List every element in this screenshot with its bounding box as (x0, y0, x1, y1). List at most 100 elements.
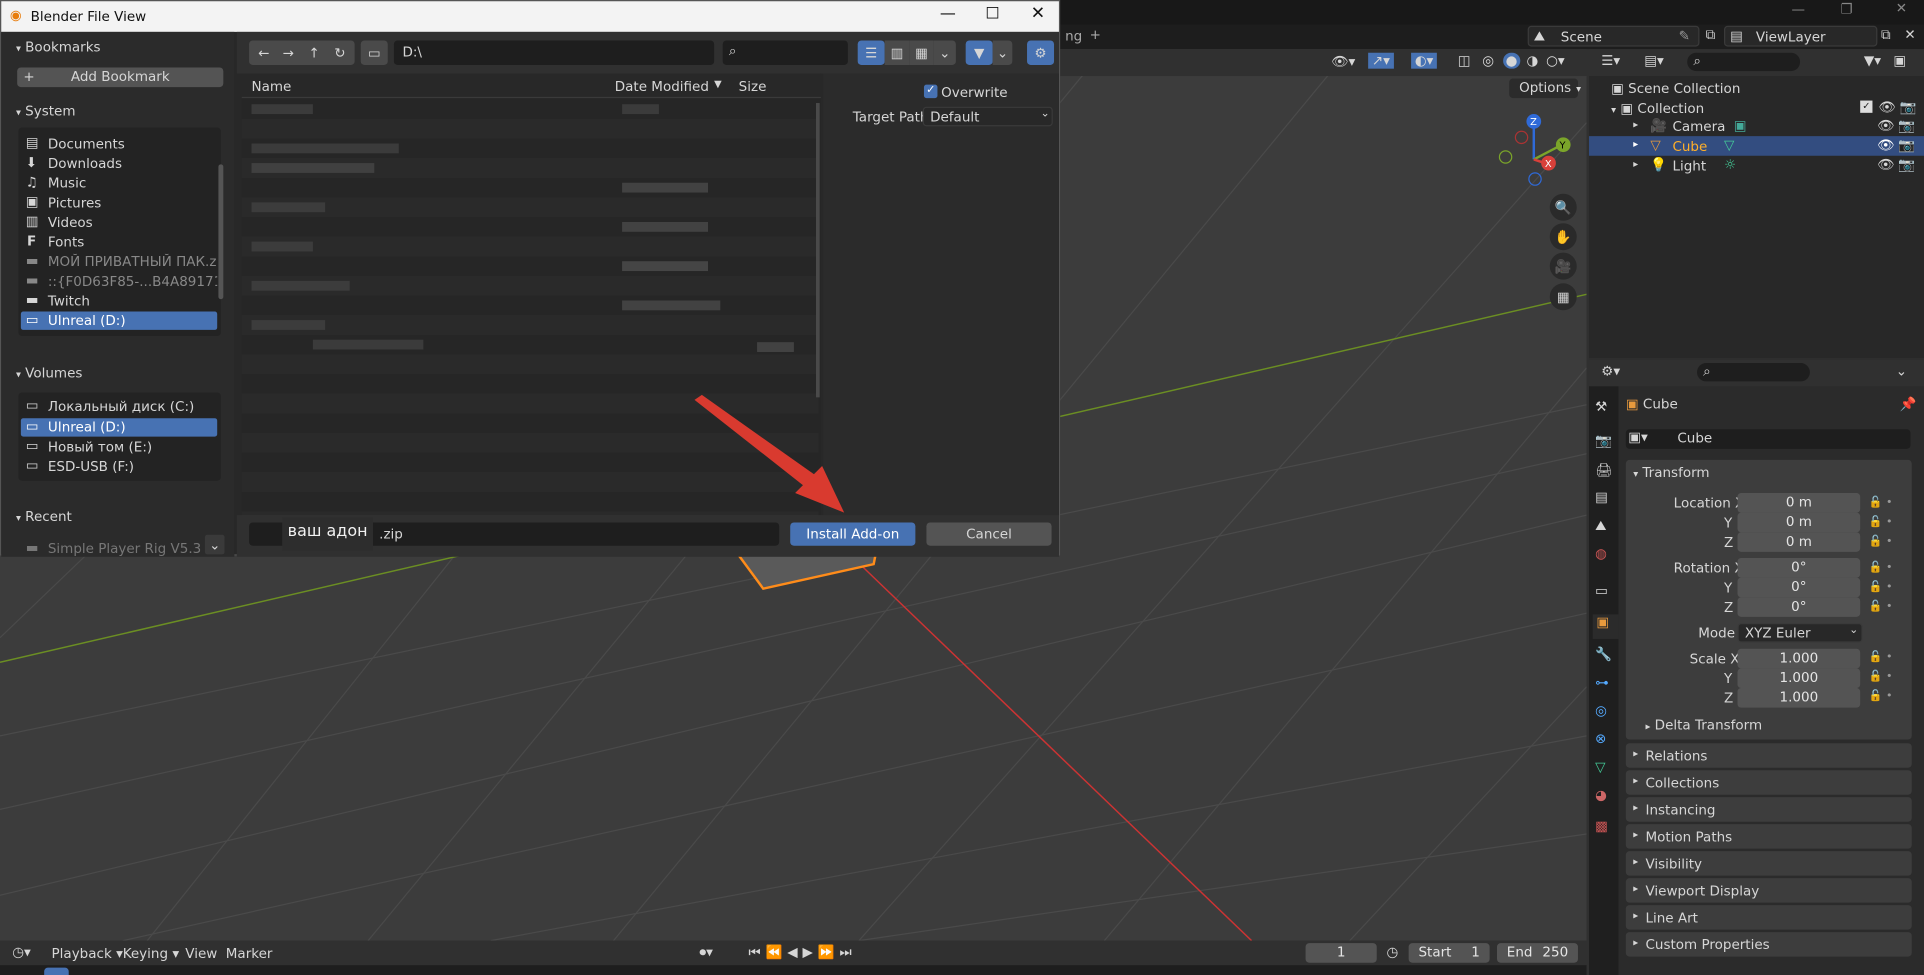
lock-icon[interactable]: 🔓 • (1869, 667, 1906, 687)
rotation-x-field[interactable]: 0° (1737, 558, 1861, 578)
overlay-toggle-icon[interactable]: ◐▾ (1411, 52, 1438, 69)
dialog-minimize-icon[interactable]: — (940, 5, 956, 23)
start-frame-field[interactable]: Start 1 (1408, 943, 1490, 963)
scale-y-field[interactable]: 1.000 (1737, 668, 1861, 689)
sidebar-item-clsid[interactable]: ▬::{F0D63F85-...B4A8917118} (23, 272, 217, 292)
table-row[interactable] (251, 104, 313, 115)
location-x-field[interactable]: 0 m (1737, 493, 1861, 513)
table-row[interactable] (312, 339, 424, 350)
volumes-header[interactable]: ▾ Volumes (16, 365, 82, 381)
particles-tab-icon[interactable]: ⊶ (1595, 675, 1608, 691)
sidebar-item-uinreal[interactable]: ▭ UInreal (D:) (20, 311, 218, 330)
viewport-options-button[interactable]: Options ▾ (1509, 78, 1581, 99)
camera-render-icon[interactable]: 📷 (1898, 137, 1915, 153)
column-date[interactable]: Date Modified (615, 78, 709, 94)
menu-marker[interactable]: Marker (226, 946, 273, 962)
properties-search-input[interactable]: ⌕ (1696, 363, 1810, 382)
solid-shading-icon[interactable]: ● (1503, 52, 1520, 69)
location-y-field[interactable]: 0 m (1737, 512, 1861, 533)
view-layer-tab-icon[interactable]: ▤ (1595, 489, 1608, 505)
eye-icon[interactable]: 👁 (1877, 137, 1894, 153)
filter-icon[interactable]: ▼ (965, 40, 993, 66)
record-icon[interactable]: ⏺▾ (699, 944, 713, 961)
workspace-tab-fragment[interactable]: ng (1065, 28, 1082, 44)
clock-icon[interactable]: ◷ (1387, 944, 1399, 960)
system-header[interactable]: ▾ System (16, 103, 76, 119)
lock-icon[interactable]: 🔓 • (1869, 558, 1906, 578)
sort-desc-icon[interactable]: ▼ (714, 78, 722, 89)
navigation-gizmo[interactable]: Z Y X (1491, 110, 1589, 196)
recent-header[interactable]: ▾ Recent (16, 509, 72, 525)
lock-icon[interactable]: 🔓 • (1869, 532, 1906, 552)
new-collection-icon[interactable]: ▣ (1893, 53, 1906, 69)
world-tab-icon[interactable]: ◍ (1595, 546, 1607, 562)
outliner-item-camera[interactable]: ▸ 🎥 Camera ▣ 👁 📷 (1589, 117, 1924, 137)
section-custom-properties[interactable]: ▸ Custom Properties (1625, 932, 1912, 957)
object-datablock-field[interactable]: ▣▾ Cube (1625, 429, 1911, 449)
material-shading-icon[interactable]: ◑ (1526, 53, 1538, 69)
timeline-ruler[interactable] (0, 965, 1587, 975)
viewlayer-selector[interactable]: ▤ ViewLayer (1723, 25, 1878, 47)
sidebar-item-documents[interactable]: ▤ Documents (23, 135, 217, 155)
dialog-search-input[interactable]: ⌕ (722, 40, 848, 66)
data-tab-icon[interactable]: ▽ (1595, 759, 1605, 775)
playhead[interactable] (44, 967, 69, 975)
outliner-search-input[interactable]: ⌕ (1687, 52, 1801, 72)
camera-view-icon[interactable]: 🎥 (1549, 252, 1577, 280)
recent-collapse-icon[interactable]: ⌄ (204, 534, 225, 555)
rendered-shading-icon[interactable]: ○▾ (1546, 53, 1565, 69)
modifier-tab-icon[interactable]: 🔧 (1595, 646, 1612, 662)
menu-keying[interactable]: Keying ▾ (123, 946, 179, 962)
table-row[interactable] (251, 163, 375, 173)
rotation-z-field[interactable]: 0° (1737, 597, 1861, 617)
target-path-select[interactable]: Default ⌄ (922, 106, 1053, 127)
hand-pan-icon[interactable]: ✋ (1549, 223, 1577, 251)
filter-dropdown-icon[interactable]: ⌄ (992, 40, 1013, 66)
table-row[interactable] (251, 241, 313, 252)
outliner-item-cube[interactable]: ▸ ▽ Cube ▽ 👁 📷 (1589, 136, 1924, 156)
table-row[interactable] (251, 280, 350, 291)
eye-icon[interactable]: 👁 (1879, 99, 1896, 115)
lock-icon[interactable]: 🔓 • (1869, 687, 1906, 707)
camera-render-icon[interactable]: 📷 (1898, 157, 1915, 173)
column-name[interactable]: Name (252, 78, 292, 94)
back-icon[interactable]: ← (252, 42, 277, 64)
sidebar-item-videos[interactable]: ▥ Videos (23, 213, 217, 233)
lock-icon[interactable]: 🔓 • (1869, 648, 1906, 668)
volume-item-e[interactable]: ▭ Новый том (E:) (23, 438, 217, 458)
transform-header[interactable]: ▾ Transform (1633, 465, 1709, 481)
table-row[interactable] (251, 202, 326, 213)
grid-view-icon[interactable]: ▦ (1549, 283, 1577, 311)
path-input[interactable]: D:\ (393, 40, 715, 66)
xray-icon[interactable]: ◫ (1458, 53, 1471, 69)
volume-item-c[interactable]: ▭ Локальный диск (C:) (23, 397, 217, 417)
lock-icon[interactable]: 🔓 • (1869, 578, 1906, 598)
constraints-tab-icon[interactable]: ⊗ (1595, 731, 1606, 747)
sidebar-item-pictures[interactable]: ▣ Pictures (23, 194, 217, 214)
physics-tab-icon[interactable]: ◎ (1595, 703, 1607, 719)
playback-controls[interactable]: ⏮⏪◀▶⏩⏭ (748, 944, 856, 961)
current-frame-field[interactable]: 1 (1305, 943, 1377, 963)
new-scene-icon[interactable]: ⧉ (1706, 27, 1716, 44)
sidebar-item-fonts[interactable]: F Fonts (23, 233, 217, 253)
menu-playback[interactable]: Playback ▾ (52, 946, 123, 962)
camera-render-icon[interactable]: 📷 (1899, 99, 1916, 115)
end-frame-field[interactable]: End 250 (1496, 943, 1578, 963)
lock-icon[interactable]: 🔓 • (1869, 597, 1906, 617)
sidebar-item-music[interactable]: ♫ Music (23, 174, 217, 194)
texture-tab-icon[interactable]: ▩ (1595, 818, 1608, 834)
outliner-item-light[interactable]: ▸ 💡 Light ☼ 👁 📷 (1589, 156, 1924, 176)
thumbnails-icon[interactable]: ▦ (909, 40, 934, 66)
pin-icon[interactable]: 📌 (1899, 396, 1916, 412)
display-dropdown-icon[interactable]: ⌄ (933, 40, 956, 66)
menu-view[interactable]: View (185, 946, 217, 962)
column-size[interactable]: Size (739, 78, 767, 94)
new-folder-icon[interactable]: ▭ (360, 40, 388, 66)
filter-icon[interactable]: ▼▾ (1864, 53, 1881, 69)
section-instancing[interactable]: ▸ Instancing (1625, 797, 1912, 822)
timeline-editor-icon[interactable]: ◷▾ (12, 944, 31, 960)
section-collections[interactable]: ▸ Collections (1625, 770, 1912, 795)
editor-type-icon[interactable]: ⚙▾ (1601, 363, 1620, 379)
dialog-close-icon[interactable]: ✕ (1031, 4, 1045, 24)
options-dropdown-icon[interactable]: ⌄ (1896, 363, 1907, 379)
